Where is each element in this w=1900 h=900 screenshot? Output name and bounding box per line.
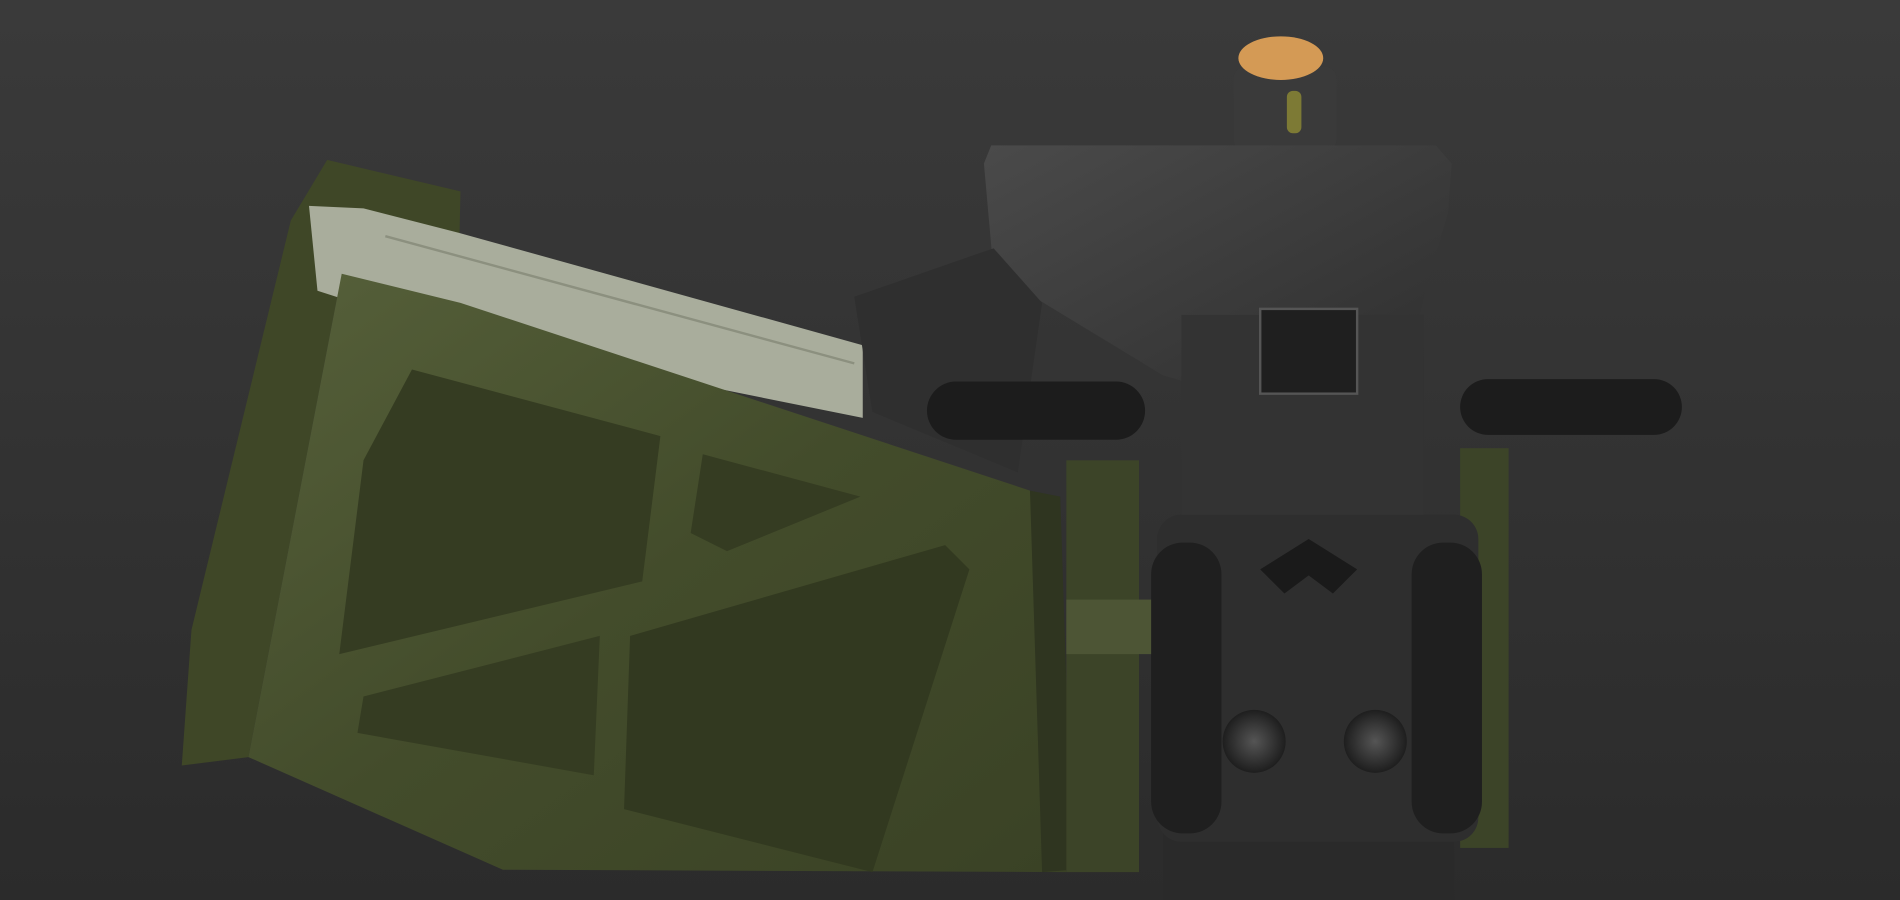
left-buffer-cylinder	[1222, 709, 1286, 773]
barrel-slot	[1286, 90, 1302, 134]
barrel-cap	[1238, 36, 1324, 80]
right-buffer-cylinder	[1343, 709, 1407, 773]
3d-render-viewport	[0, 0, 1900, 900]
rear-sight	[1258, 307, 1359, 395]
right-handle	[1460, 379, 1682, 435]
right-spade-grip	[1411, 542, 1482, 834]
mount-crossbar	[1066, 599, 1164, 655]
left-spade-grip	[1151, 542, 1222, 834]
left-handle	[926, 381, 1146, 440]
mount-plate-left	[1066, 460, 1140, 873]
